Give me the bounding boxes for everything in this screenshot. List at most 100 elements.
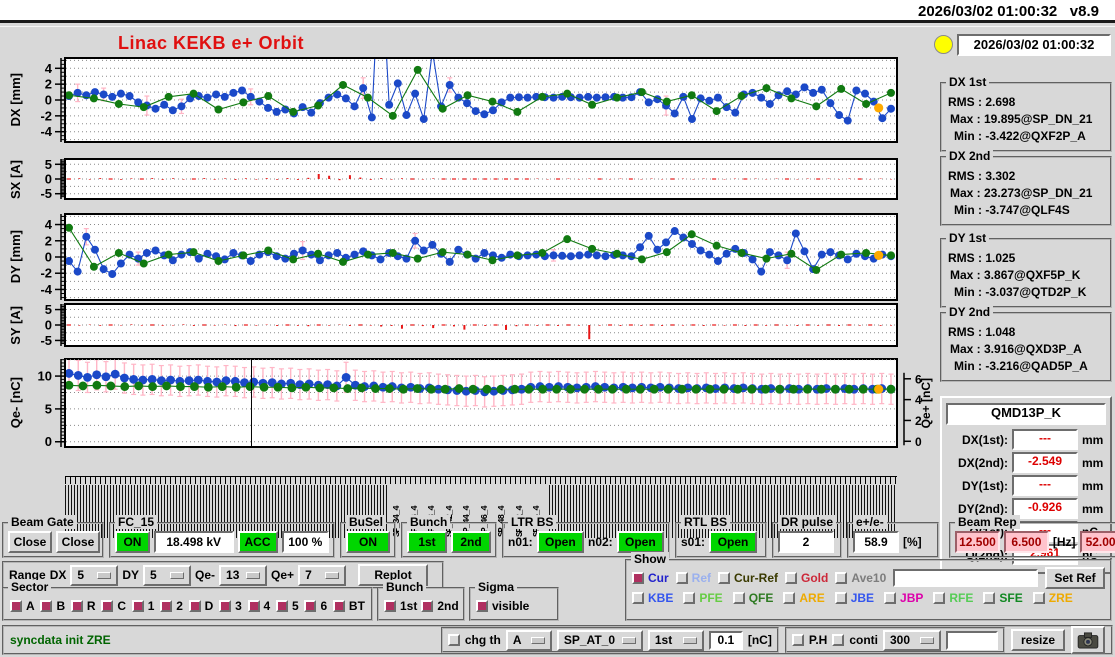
svg-text:0: 0 xyxy=(45,250,52,265)
sector-item-c[interactable]: C xyxy=(101,599,126,613)
chg-th-checkbox[interactable] xyxy=(448,634,460,646)
show-gold[interactable]: Gold xyxy=(785,571,828,585)
count-input[interactable] xyxy=(946,631,998,650)
fc15-kv-field[interactable]: 18.498 kV xyxy=(154,531,234,553)
rtl-bs-open-button[interactable]: Open xyxy=(709,531,757,553)
eplus-eminus-group-title: e+/e- xyxy=(853,515,887,529)
show-zre[interactable]: ZRE xyxy=(1033,591,1073,605)
beam-rep-hz-field-2[interactable]: 6.500 xyxy=(1004,531,1049,553)
show-gold-checkbox[interactable] xyxy=(785,572,797,584)
chart-sx: 50-5 xyxy=(30,157,935,201)
show-qfe-checkbox[interactable] xyxy=(733,592,745,604)
sector-item-bt-checkbox[interactable] xyxy=(333,600,345,612)
show-ref-checkbox[interactable] xyxy=(676,572,688,584)
threshold-input[interactable]: 0.1 xyxy=(709,631,743,650)
show-pfe-checkbox[interactable] xyxy=(683,592,695,604)
beam-gate-close-button-1[interactable]: Close xyxy=(8,531,52,553)
sector-item-c-checkbox[interactable] xyxy=(101,600,113,612)
ltr-bs-open-button[interactable]: Open xyxy=(537,531,584,553)
bunch-1st-button[interactable]: 1st xyxy=(407,531,447,553)
th-sector-dropdown[interactable]: A xyxy=(506,630,552,651)
show-qfe[interactable]: QFE xyxy=(733,591,774,605)
sector-item-r-checkbox[interactable] xyxy=(71,600,83,612)
show-zre-checkbox[interactable] xyxy=(1033,592,1045,604)
ref-name-input[interactable] xyxy=(893,569,1038,587)
show-rfe-checkbox[interactable] xyxy=(933,592,945,604)
show-kbe-checkbox[interactable] xyxy=(632,592,644,604)
ph-checkbox[interactable] xyxy=(792,634,804,646)
range-qe--dropdown[interactable]: 13 xyxy=(219,565,267,586)
fc15-percent-field[interactable]: 100 % xyxy=(282,531,329,553)
sector-item-d-checkbox[interactable] xyxy=(189,600,201,612)
ltr-bs-open-button[interactable]: Open xyxy=(617,531,664,553)
sector-item-4[interactable]: 4 xyxy=(248,599,271,613)
sector-item-3-checkbox[interactable] xyxy=(219,600,231,612)
sector-item-a-checkbox[interactable] xyxy=(10,600,22,612)
monitor-name[interactable]: QMD13P_K xyxy=(946,403,1106,425)
range-dx-dropdown[interactable]: 5 xyxy=(70,565,118,586)
sector-item-r[interactable]: R xyxy=(71,599,96,613)
bunch-select-1st-checkbox[interactable] xyxy=(384,600,396,612)
show-jbe-checkbox[interactable] xyxy=(835,592,847,604)
bunch-select-2nd[interactable]: 2nd xyxy=(421,599,458,613)
sector-item-5[interactable]: 5 xyxy=(276,599,299,613)
resize-button[interactable]: resize xyxy=(1011,629,1065,651)
fc15-acc-button[interactable]: ACC xyxy=(238,531,278,553)
bunch-dropdown[interactable]: 1st xyxy=(648,630,704,651)
show-cur[interactable]: Cur xyxy=(632,571,669,585)
bunch-select-1st[interactable]: 1st xyxy=(384,599,417,613)
beam-gate-close-button-2[interactable]: Close xyxy=(56,531,100,553)
show-jbp[interactable]: JBP xyxy=(884,591,923,605)
bunch-select-2nd-label: 2nd xyxy=(437,599,458,613)
sector-item-5-checkbox[interactable] xyxy=(276,600,288,612)
sector-item-1[interactable]: 1 xyxy=(132,599,155,613)
show-ave10-checkbox[interactable] xyxy=(835,572,847,584)
beam-rep-hz-field-1[interactable]: 12.500 xyxy=(955,531,1000,553)
bunch-select-2nd-checkbox[interactable] xyxy=(421,600,433,612)
sector-item-2-checkbox[interactable] xyxy=(160,600,172,612)
sector-item-6[interactable]: 6 xyxy=(304,599,327,613)
sector-item-1-checkbox[interactable] xyxy=(132,600,144,612)
fc15-on-button[interactable]: ON xyxy=(115,531,150,553)
show-are-checkbox[interactable] xyxy=(783,592,795,604)
beam-rep-duty-field[interactable]: 52.000 xyxy=(1080,531,1115,553)
show-jbp-checkbox[interactable] xyxy=(884,592,896,604)
dr-pulse-field[interactable]: 2 xyxy=(778,531,834,553)
stat-min: Min : -3.422@QXF2P_A xyxy=(948,129,1104,143)
camera-button[interactable] xyxy=(1071,626,1105,654)
sector-item-d[interactable]: D xyxy=(189,599,214,613)
sector-item-4-checkbox[interactable] xyxy=(248,600,260,612)
show-ref[interactable]: Ref xyxy=(676,571,711,585)
bunch-2nd-button[interactable]: 2nd xyxy=(451,531,491,553)
show-rfe[interactable]: RFE xyxy=(933,591,973,605)
sector-item-3[interactable]: 3 xyxy=(219,599,242,613)
show-cur-ref-checkbox[interactable] xyxy=(718,572,730,584)
sector-item-b-checkbox[interactable] xyxy=(40,600,52,612)
show-pfe[interactable]: PFE xyxy=(683,591,722,605)
sigma-visible[interactable]: visible xyxy=(476,599,529,613)
monitor-row-value: -2.549 xyxy=(1012,452,1078,473)
show-ave10[interactable]: Ave10 xyxy=(835,571,886,585)
show-cur-checkbox[interactable] xyxy=(632,572,644,584)
sigma-visible-checkbox[interactable] xyxy=(476,600,488,612)
busel-on-button[interactable]: ON xyxy=(346,531,390,553)
show-kbe[interactable]: KBE xyxy=(632,591,673,605)
show-sfe-checkbox[interactable] xyxy=(983,592,995,604)
show-jbe[interactable]: JBE xyxy=(835,591,874,605)
sector-item-2[interactable]: 2 xyxy=(160,599,183,613)
show-zre-label: ZRE xyxy=(1049,591,1073,605)
show-sfe[interactable]: SFE xyxy=(983,591,1022,605)
set-ref-button[interactable]: Set Ref xyxy=(1045,567,1105,589)
count-dropdown[interactable]: 300 xyxy=(883,630,941,651)
range-qe+-dropdown[interactable]: 7 xyxy=(298,565,346,586)
show-cur-ref[interactable]: Cur-Ref xyxy=(718,571,778,585)
ratio-field[interactable]: 58.9 xyxy=(853,531,899,553)
range-dy-dropdown[interactable]: 5 xyxy=(143,565,191,586)
show-are[interactable]: ARE xyxy=(783,591,824,605)
conti-checkbox[interactable] xyxy=(832,634,844,646)
sector-item-b[interactable]: B xyxy=(40,599,65,613)
sector-item-a[interactable]: A xyxy=(10,599,35,613)
sp-at-dropdown[interactable]: SP_AT_0 xyxy=(557,630,643,651)
sector-item-6-checkbox[interactable] xyxy=(304,600,316,612)
sector-item-bt[interactable]: BT xyxy=(333,599,365,613)
